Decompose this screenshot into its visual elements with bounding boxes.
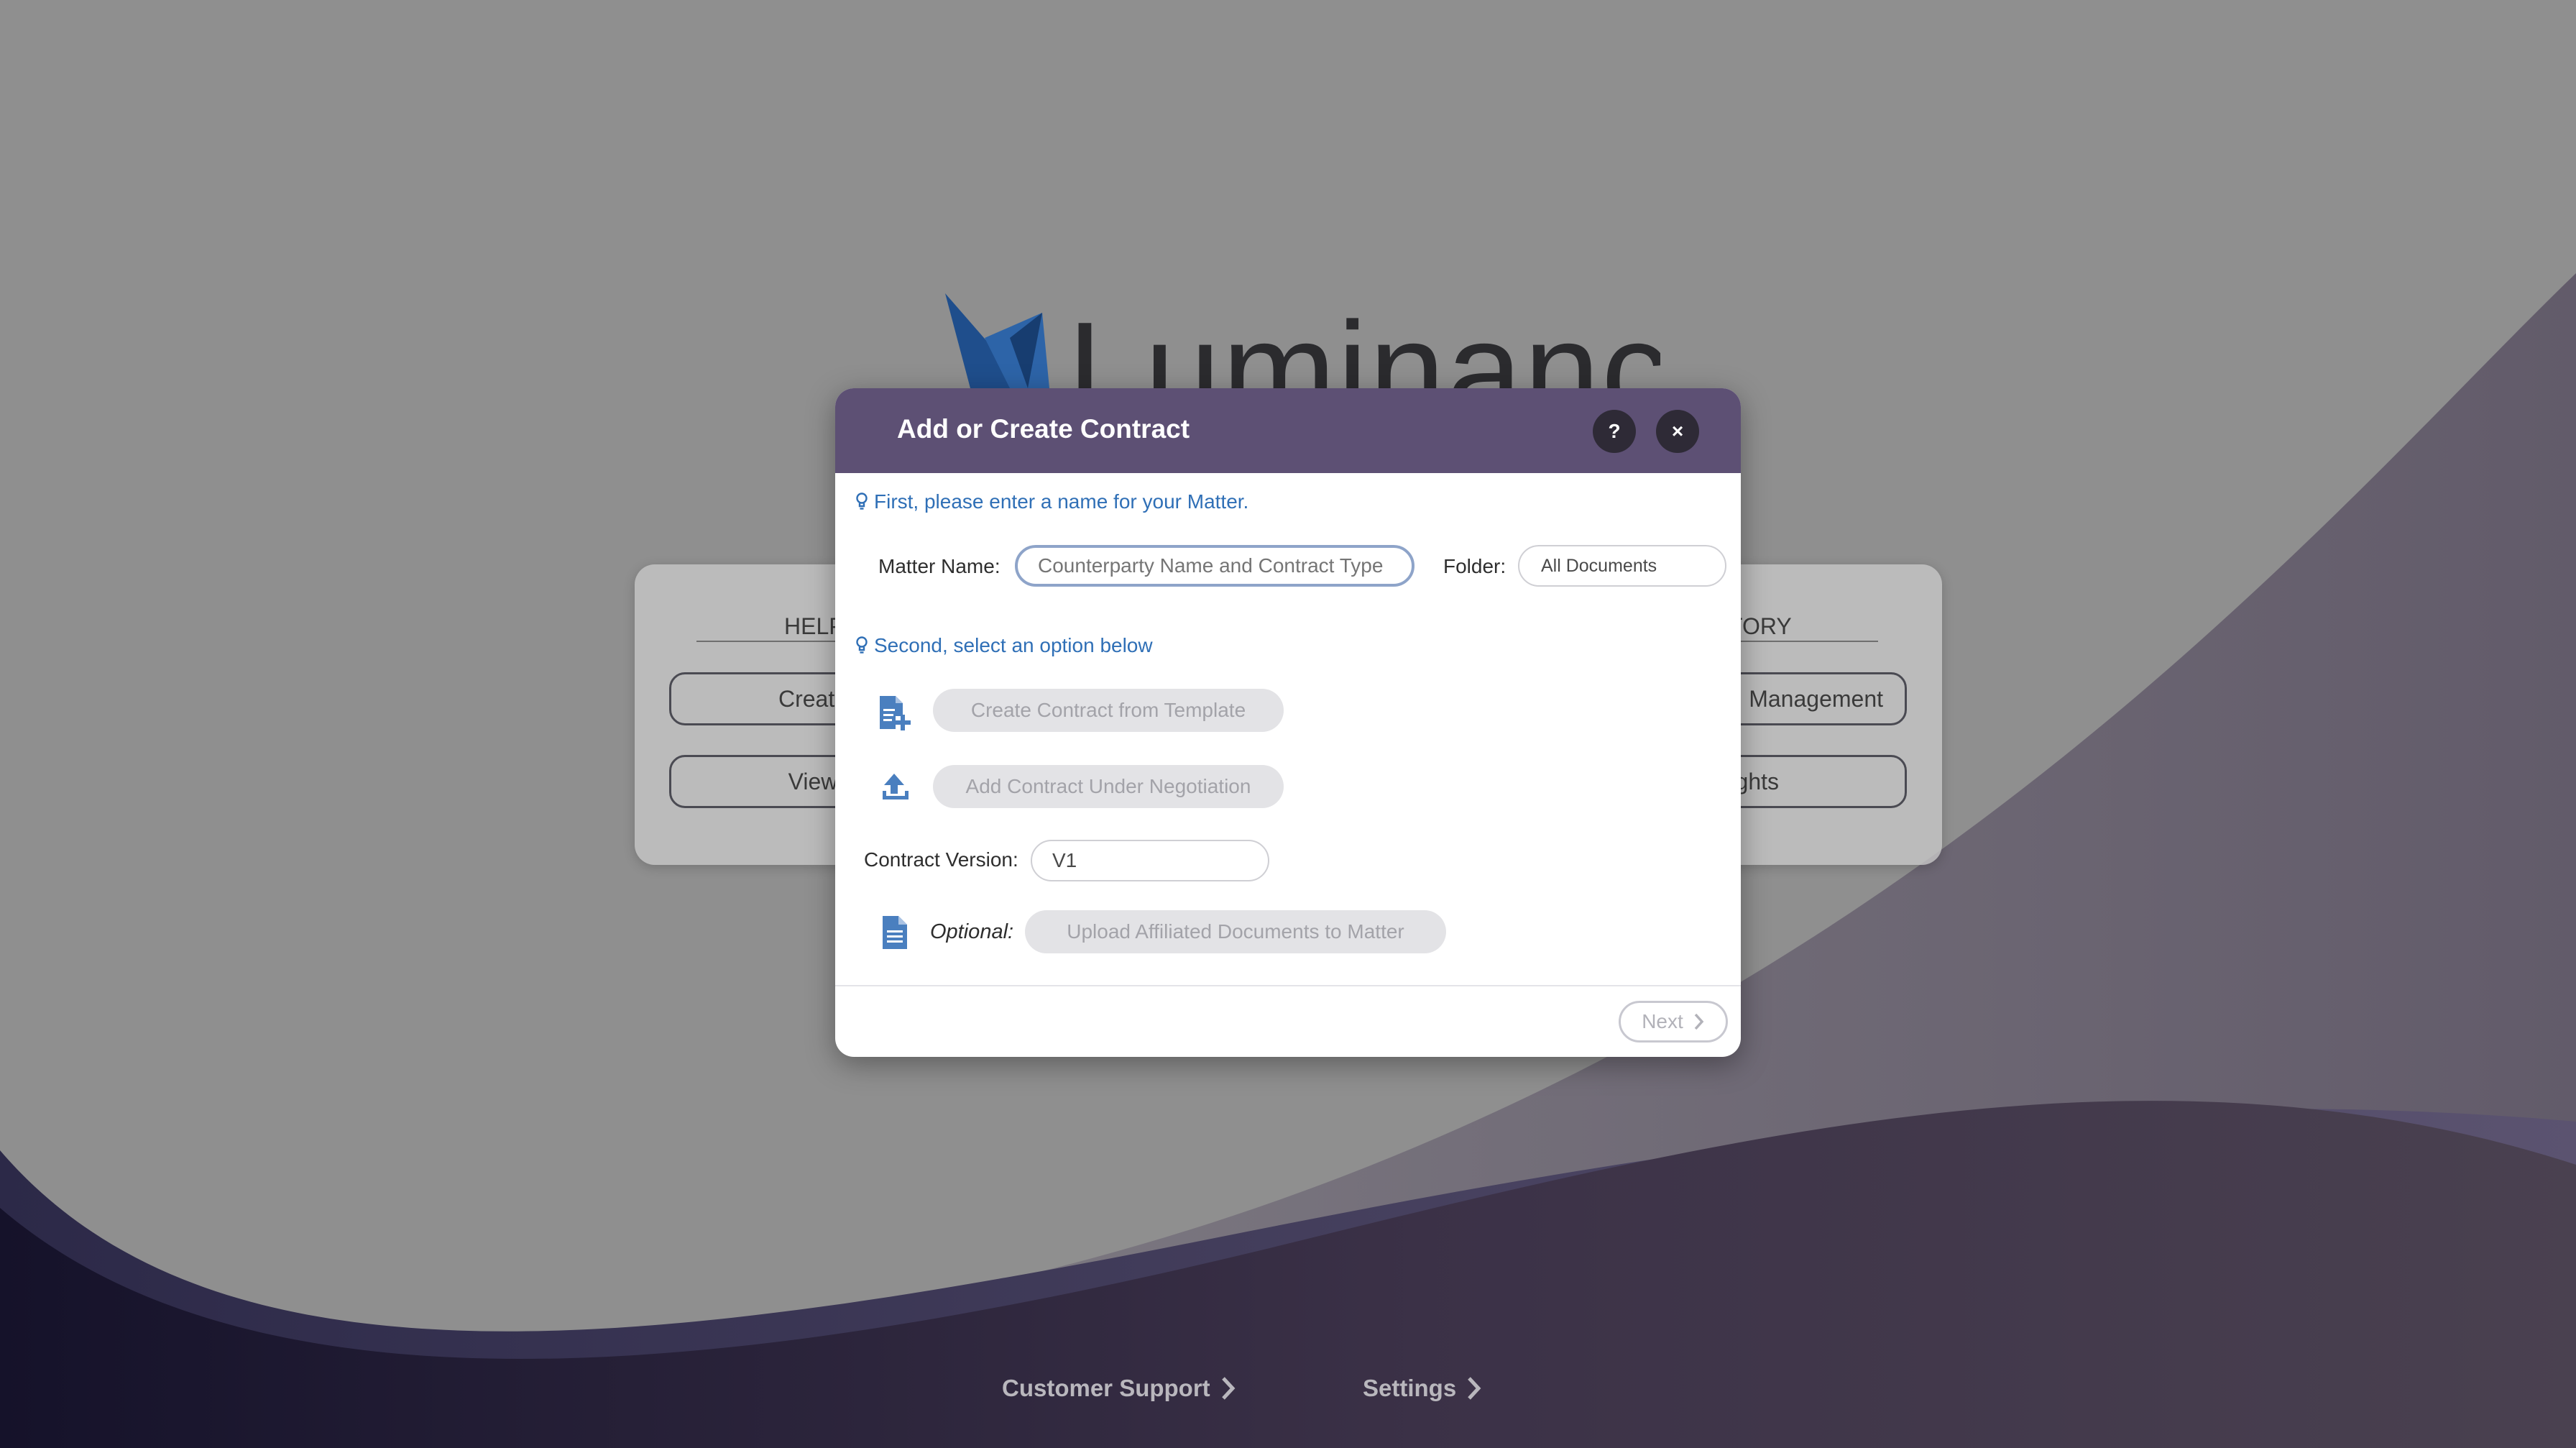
upload-affiliated-documents-button[interactable]: Upload Affiliated Documents to Matter: [1025, 910, 1446, 953]
lightbulb-icon: [856, 636, 868, 654]
folder-label: Folder:: [1443, 555, 1506, 577]
customer-support-label: Customer Support: [1002, 1375, 1210, 1401]
modal-title: Add or Create Contract: [897, 414, 1190, 444]
settings-label: Settings: [1363, 1375, 1457, 1401]
logo-text: Luminance: [1067, 294, 1660, 388]
matter-name-label: Matter Name:: [878, 555, 1000, 577]
file-add-icon: [880, 696, 911, 730]
document-icon: [883, 916, 907, 949]
next-button[interactable]: Next: [1619, 1001, 1728, 1043]
modal-header: Add or Create Contract ? ×: [835, 388, 1741, 473]
next-button-label: Next: [1642, 1010, 1683, 1032]
upload-icon: [883, 774, 908, 799]
contract-version-label: Contract Version:: [864, 848, 1018, 871]
folder-select[interactable]: All Documents: [1518, 545, 1726, 587]
contract-version-input[interactable]: [1031, 840, 1269, 881]
chevron-right-icon: [1221, 1377, 1236, 1400]
first-hint: First, please enter a name for your Matt…: [855, 490, 1248, 513]
close-icon: ×: [1671, 420, 1684, 442]
first-hint-text: First, please enter a name for your Matt…: [874, 490, 1249, 513]
create-from-template-label: Create Contract from Template: [970, 699, 1246, 721]
customer-support-link[interactable]: Customer Support: [1002, 1375, 1236, 1402]
chevron-right-icon: [1694, 1013, 1704, 1030]
lightbulb-icon: [856, 492, 868, 510]
upload-affiliated-documents-label: Upload Affiliated Documents to Matter: [1067, 920, 1404, 943]
help-icon: ?: [1608, 420, 1621, 442]
close-button[interactable]: ×: [1656, 410, 1699, 453]
luminance-logo-icon: [945, 293, 1049, 388]
second-hint: Second, select an option below: [855, 634, 1153, 657]
luminance-logo: Luminance: [942, 288, 1660, 388]
view-button-label: View: [788, 768, 838, 794]
create-from-template-button[interactable]: Create Contract from Template: [933, 689, 1284, 732]
matter-name-input[interactable]: [1015, 545, 1414, 587]
help-button[interactable]: ?: [1593, 410, 1636, 453]
management-button-label: Management: [1749, 685, 1883, 712]
add-under-negotiation-button[interactable]: Add Contract Under Negotiation: [933, 765, 1284, 808]
modal-footer-divider: [835, 985, 1741, 986]
second-hint-text: Second, select an option below: [874, 634, 1153, 656]
folder-select-value: All Documents: [1541, 555, 1657, 576]
add-under-negotiation-label: Add Contract Under Negotiation: [965, 775, 1251, 797]
optional-label: Optional:: [930, 920, 1014, 943]
chevron-right-icon: [1468, 1377, 1481, 1400]
settings-link[interactable]: Settings: [1363, 1375, 1482, 1402]
add-contract-modal: Add or Create Contract ? × First, please…: [835, 388, 1741, 1057]
